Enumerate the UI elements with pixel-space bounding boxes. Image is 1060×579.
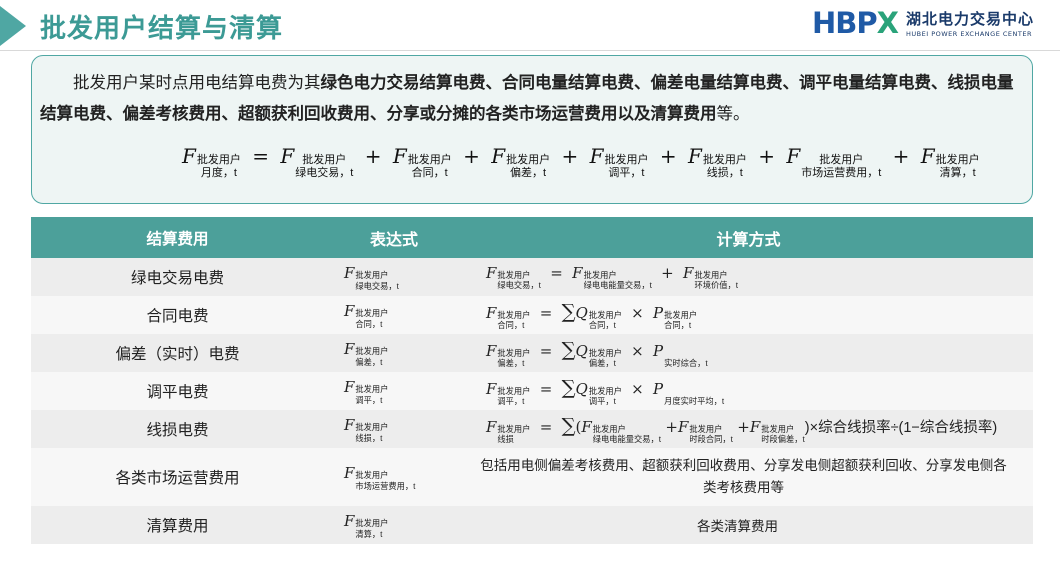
fee-calculation: 包括用电侧偏差考核费用、超额获利回收费用、分享发电侧超额获利回收、分享发电侧各类… bbox=[480, 458, 1007, 496]
table-header: 结算费用 表达式 计算方式 bbox=[31, 217, 1033, 258]
page-title: 批发用户结算与清算 bbox=[40, 14, 284, 44]
total-fee-formula: F 批发用户 月度，t = F 批发用户 绿电交易，t + F 批发用户 合同，t + F批… bbox=[182, 144, 980, 179]
intro-box: 批发用户某时点用电结算电费为其绿色电力交易结算电费、合同电量结算电费、偏差电量结… bbox=[31, 55, 1033, 204]
table-row: 清算费用 F 批发用户 清算，t 各类清算费用 bbox=[31, 506, 1033, 544]
logo-mark-main: HBP bbox=[812, 6, 878, 40]
formula-term-market-ops: F 批发用户 市场运营费用，t bbox=[786, 144, 882, 179]
table-row: 偏差（实时）电费 F 批发用户 偏差，t F 批发用户 偏差，t = ∑ Q 批发用户 偏差，… bbox=[31, 334, 1033, 372]
fee-expression: F 批发用户 市场运营费用，t bbox=[344, 464, 416, 491]
formula-term-lineloss: F 批发用户 线损，t bbox=[687, 144, 747, 179]
header-expression: 表达式 bbox=[369, 229, 418, 249]
table-row: 绿电交易电费 F 批发用户 绿电交易，t F 批发用户 绿电交易，t = F 批发用户 绿电… bbox=[31, 258, 1033, 296]
logo-mark: HBPX bbox=[812, 6, 899, 40]
intro-paragraph: 批发用户某时点用电结算电费为其绿色电力交易结算电费、合同电量结算电费、偏差电量结… bbox=[40, 67, 1025, 129]
formula-term-clearing: F 批发用户 清算，t bbox=[920, 144, 980, 179]
fee-name: 各类市场运营费用 bbox=[115, 469, 240, 487]
intro-text-tail: 等。 bbox=[716, 104, 750, 123]
intro-text-lead: 批发用户某时点用电结算电费为其 bbox=[73, 73, 321, 92]
fee-name: 绿电交易电费 bbox=[130, 269, 224, 287]
fee-expression: F 批发用户 线损，t bbox=[344, 416, 389, 443]
formula-term-green: F 批发用户 绿电交易，t bbox=[280, 144, 354, 179]
fee-name: 偏差（实时）电费 bbox=[115, 345, 240, 363]
logo-mark-accent: X bbox=[876, 6, 899, 40]
table-row: 线损电费 F 批发用户 线损，t F 批发用户 线损 = ∑(F 批发用户 绿电电能量交易，… bbox=[31, 410, 1033, 448]
title-accent-triangle bbox=[0, 6, 26, 46]
formula-term-balance: F 批发用户 调平，t bbox=[589, 144, 649, 179]
fee-name: 合同电费 bbox=[146, 307, 209, 325]
fee-expression: F 批发用户 调平，t bbox=[344, 378, 389, 405]
fee-calculation: F 批发用户 调平，t = ∑ Q 批发用户 调平，t × P 月度实时平均，t bbox=[486, 375, 725, 406]
fee-name: 调平电费 bbox=[146, 383, 209, 401]
fee-calculation: F 批发用户 线损 = ∑(F 批发用户 绿电电能量交易，t + F 批发用户 时段合同，t … bbox=[486, 413, 998, 444]
fee-calculation: 各类清算费用 bbox=[697, 519, 778, 535]
fee-name: 清算费用 bbox=[146, 517, 209, 535]
fee-calculation: F 批发用户 合同，t = ∑ Q 批发用户 合同，t × P 批发用户 合同，t bbox=[486, 299, 698, 330]
header-divider bbox=[0, 50, 1060, 51]
fee-name: 线损电费 bbox=[146, 421, 209, 439]
logo-chinese-name: 湖北电力交易中心 bbox=[906, 10, 1035, 28]
settlement-table: 结算费用 表达式 计算方式 绿电交易电费 F 批发用户 绿电交易，t F 批发用户 绿电… bbox=[31, 217, 1033, 544]
logo-text: 湖北电力交易中心 HUBEI POWER EXCHANGE CENTER bbox=[906, 8, 1034, 38]
formula-term-contract: F 批发用户 合同，t bbox=[392, 144, 452, 179]
table-row: 合同电费 F 批发用户 合同，t F 批发用户 合同，t = ∑ Q 批发用户 合同，t × … bbox=[31, 296, 1033, 334]
hbpx-logo: HBPX 湖北电力交易中心 HUBEI POWER EXCHANGE CENTE… bbox=[812, 6, 1034, 40]
fee-expression: F 批发用户 绿电交易，t bbox=[344, 264, 399, 291]
header-fee: 结算费用 bbox=[146, 229, 209, 248]
formula-lhs: F 批发用户 月度，t bbox=[182, 144, 241, 179]
logo-english-name: HUBEI POWER EXCHANGE CENTER bbox=[906, 30, 1032, 38]
fee-expression: F 批发用户 偏差，t bbox=[344, 340, 389, 367]
table-row: 各类市场运营费用 F 批发用户 市场运营费用，t 包括用电侧偏差考核费用、超额获利回… bbox=[31, 448, 1033, 506]
fee-calculation: F 批发用户 绿电交易，t = F 批发用户 绿电电能量交易，t + F 批发用户 环境价值… bbox=[486, 263, 738, 290]
fee-calculation: F 批发用户 偏差，t = ∑ Q 批发用户 偏差，t × P 实时综合，t bbox=[486, 337, 708, 368]
formula-term-deviation: F 批发用户 偏差，t bbox=[491, 144, 551, 179]
table-row: 调平电费 F 批发用户 调平，t F 批发用户 调平，t = ∑ Q 批发用户 调平，t × … bbox=[31, 372, 1033, 410]
fee-expression: F 批发用户 合同，t bbox=[344, 302, 389, 329]
header-calculation: 计算方式 bbox=[716, 229, 781, 249]
fee-expression: F 批发用户 清算，t bbox=[344, 512, 389, 539]
